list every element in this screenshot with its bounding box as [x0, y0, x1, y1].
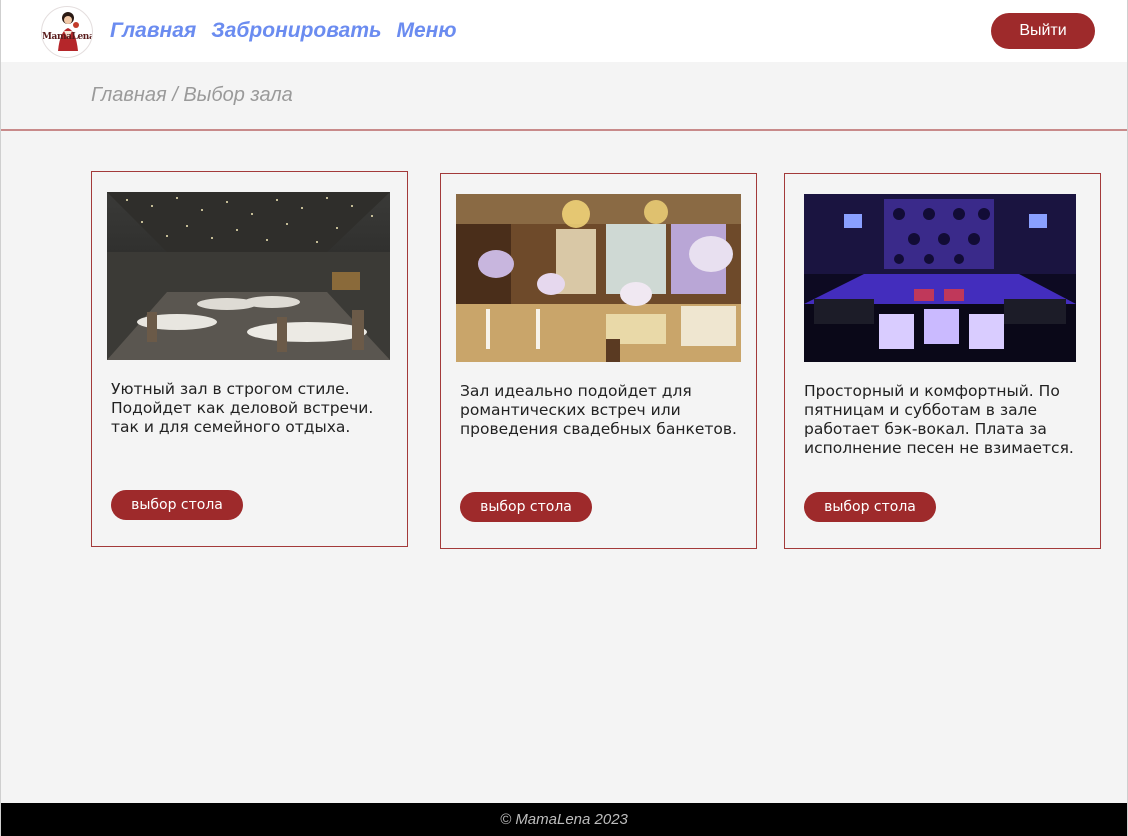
description-line: работает бэк-вокал. Плата за	[804, 420, 1047, 438]
banquet-hall-photo	[456, 194, 741, 362]
restaurant-hall-photo	[107, 192, 390, 360]
hall-card-1: Уютный зал в строгом стиле. Подойдет как…	[91, 171, 408, 547]
nav-home[interactable]: Главная	[110, 17, 196, 45]
copyright-text: © MamaLena 2023	[500, 811, 628, 828]
choose-table-button-2[interactable]: выбор стола	[460, 492, 592, 522]
logo-text: MamaLena	[42, 32, 93, 42]
hall-description-1: Уютный зал в строгом стиле. Подойдет как…	[111, 380, 396, 437]
karaoke-lounge-photo	[804, 194, 1076, 362]
description-line: пятницам и субботам в зале	[804, 401, 1038, 419]
breadcrumb: Главная / Выбор зала	[91, 84, 293, 106]
top-navbar: MamaLena Главная Забронировать Меню Выйт…	[1, 0, 1127, 62]
description-line: романтических встреч или	[460, 401, 681, 419]
description-line: проведения свадебных банкетов.	[460, 420, 737, 438]
logout-button[interactable]: Выйти	[991, 13, 1095, 49]
description-line: так и для семейного отдыха.	[111, 418, 351, 436]
mamalena-logo[interactable]: MamaLena	[41, 6, 93, 58]
description-line: Подойдет как деловой встречи.	[111, 399, 374, 417]
header-divider	[1, 129, 1127, 131]
nav-menu[interactable]: Меню	[396, 17, 456, 45]
hall-card-2: Зал идеально подойдет для романтических …	[440, 173, 757, 549]
hall-description-2: Зал идеально подойдет для романтических …	[460, 382, 750, 439]
description-line: исполнение песен не взимается.	[804, 439, 1074, 457]
description-line: Уютный зал в строгом стиле.	[111, 380, 350, 398]
choose-table-button-1[interactable]: выбор стола	[111, 490, 243, 520]
hall-description-3: Просторный и комфортный. По пятницам и с…	[804, 382, 1096, 458]
nav-book[interactable]: Забронировать	[211, 17, 381, 45]
description-line: Зал идеально подойдет для	[460, 382, 692, 400]
main-nav: Главная Забронировать Меню	[110, 17, 457, 45]
page-frame-left	[0, 0, 1, 836]
description-line: Просторный и комфортный. По	[804, 382, 1060, 400]
footer: © MamaLena 2023	[1, 803, 1127, 836]
choose-table-button-3[interactable]: выбор стола	[804, 492, 936, 522]
hall-card-3: Просторный и комфортный. По пятницам и с…	[784, 173, 1101, 549]
